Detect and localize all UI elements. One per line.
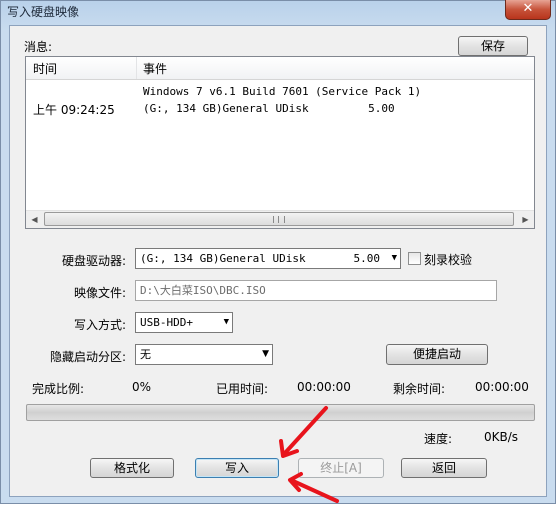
hidden-partition-select[interactable]: 无 ▼ xyxy=(135,344,273,365)
write-button[interactable]: 写入 xyxy=(195,458,279,478)
close-button[interactable]: ✕ xyxy=(505,0,551,20)
speed-label: 速度: xyxy=(424,432,453,446)
drive-label: 硬盘驱动器: xyxy=(62,254,127,268)
elapsed-value: 00:00:00 xyxy=(297,380,351,394)
scrollbar-thumb[interactable] xyxy=(44,212,514,226)
window-title: 写入硬盘映像 xyxy=(7,5,80,19)
dialog-body: 消息: 保存 时间 事件 Windows 7 v6.1 Build 7601 (… xyxy=(9,25,547,497)
dropdown-arrow-icon: ▼ xyxy=(262,349,269,359)
image-file-field[interactable]: D:\大白菜ISO\DBC.ISO xyxy=(135,280,497,301)
image-file-label: 映像文件: xyxy=(74,286,127,300)
messages-label: 消息: xyxy=(24,40,53,54)
grip-icon xyxy=(273,216,285,223)
row-event: (G:, 134 GB)General UDisk 5.00 xyxy=(143,102,395,115)
quick-boot-button[interactable]: 便捷启动 xyxy=(386,344,488,365)
message-list-header: 时间 事件 xyxy=(26,57,534,80)
complete-label: 完成比例: xyxy=(32,382,85,396)
complete-value: 0% xyxy=(132,380,152,394)
write-method-value: USB-HDD+ xyxy=(140,316,193,329)
verify-label: 刻录校验 xyxy=(424,253,473,267)
remaining-label: 剩余时间: xyxy=(393,382,446,396)
column-separator[interactable] xyxy=(136,57,137,79)
drive-select-rev: 5.00 xyxy=(353,252,381,265)
column-time[interactable]: 时间 xyxy=(33,60,57,77)
dropdown-arrow-icon: ▼ xyxy=(223,317,229,327)
close-icon: ✕ xyxy=(522,1,534,16)
write-method-label: 写入方式: xyxy=(74,318,127,332)
hidden-partition-label: 隐藏启动分区: xyxy=(50,350,127,364)
format-button[interactable]: 格式化 xyxy=(90,458,174,478)
drive-select-value: (G:, 134 GB)General UDisk xyxy=(140,252,306,265)
dropdown-arrow-icon: ▼ xyxy=(391,253,397,263)
write-disk-image-window: 写入硬盘映像 ✕ 消息: 保存 时间 事件 Windows 7 v6.1 Bui… xyxy=(0,0,556,504)
progress-bar xyxy=(26,404,535,421)
watermark-logo xyxy=(453,469,541,493)
scroll-left-icon[interactable]: ◀ xyxy=(26,211,43,228)
drive-select[interactable]: (G:, 134 GB)General UDisk 5.00 ▼ xyxy=(135,248,401,269)
horizontal-scrollbar[interactable]: ◀ ▶ xyxy=(26,210,534,228)
write-method-select[interactable]: USB-HDD+ ▼ xyxy=(135,312,233,333)
title-bar[interactable]: 写入硬盘映像 ✕ xyxy=(1,0,555,25)
row-event: Windows 7 v6.1 Build 7601 (Service Pack … xyxy=(143,85,422,98)
hidden-partition-value: 无 xyxy=(140,348,151,361)
scroll-right-icon[interactable]: ▶ xyxy=(517,211,534,228)
speed-value: 0KB/s xyxy=(484,430,519,444)
abort-button: 终止[A] xyxy=(298,458,384,478)
elapsed-label: 已用时间: xyxy=(216,382,269,396)
column-event[interactable]: 事件 xyxy=(143,60,167,77)
remaining-value: 00:00:00 xyxy=(475,380,529,394)
row-time: 上午 09:24:25 xyxy=(33,103,115,117)
message-list[interactable]: 时间 事件 Windows 7 v6.1 Build 7601 (Service… xyxy=(25,56,535,229)
save-button[interactable]: 保存 xyxy=(458,36,528,56)
verify-checkbox[interactable] xyxy=(408,252,421,265)
